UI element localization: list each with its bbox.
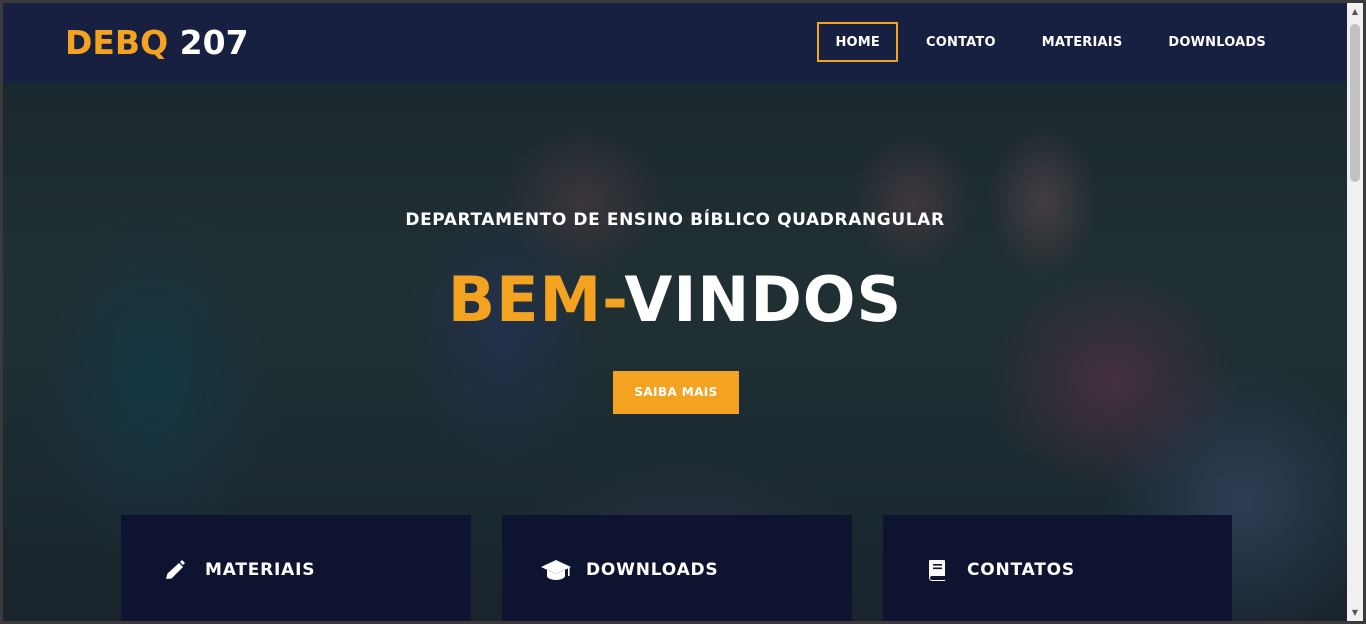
nav-contato[interactable]: CONTATO — [908, 22, 1014, 62]
logo-part-accent: DEBQ — [65, 23, 169, 62]
site-logo[interactable]: DEBQ 207 — [65, 23, 249, 63]
nav-materiais[interactable]: MATERIAIS — [1024, 22, 1141, 62]
scroll-down-arrow-icon[interactable]: ▼ — [1347, 604, 1363, 621]
card-downloads[interactable]: DOWNLOADS — [502, 515, 852, 621]
vertical-scrollbar[interactable]: ▲ ▼ — [1347, 3, 1363, 621]
card-title: CONTATOS — [967, 560, 1075, 580]
graduation-cap-icon — [540, 556, 572, 584]
logo-part-number: 207 — [179, 23, 249, 62]
book-icon — [921, 556, 953, 584]
card-title: DOWNLOADS — [586, 560, 719, 580]
headline-rest: VINDOS — [624, 263, 903, 336]
scroll-up-arrow-icon[interactable]: ▲ — [1347, 3, 1363, 20]
browser-viewport: DEBQ 207 HOME CONTATO MATERIAIS DOWNLOAD… — [3, 3, 1347, 621]
navbar: DEBQ 207 HOME CONTATO MATERIAIS DOWNLOAD… — [3, 3, 1347, 82]
scroll-thumb[interactable] — [1350, 24, 1360, 182]
hero-subtitle: DEPARTAMENTO DE ENSINO BÍBLICO QUADRANGU… — [405, 210, 945, 230]
card-title: MATERIAIS — [205, 560, 316, 580]
feature-cards: MATERIAIS DOWNLOADS CONTATOS — [121, 515, 1232, 621]
hero-headline: BEM-VINDOS — [3, 264, 1347, 336]
saiba-mais-button[interactable]: SAIBA MAIS — [613, 371, 739, 414]
card-contatos[interactable]: CONTATOS — [883, 515, 1232, 621]
headline-accent: BEM- — [447, 263, 625, 336]
card-materiais[interactable]: MATERIAIS — [121, 515, 471, 621]
nav-home[interactable]: HOME — [817, 22, 899, 62]
main-nav: HOME CONTATO MATERIAIS DOWNLOADS — [807, 22, 1284, 62]
nav-downloads[interactable]: DOWNLOADS — [1150, 22, 1284, 62]
pencil-icon — [159, 556, 191, 584]
